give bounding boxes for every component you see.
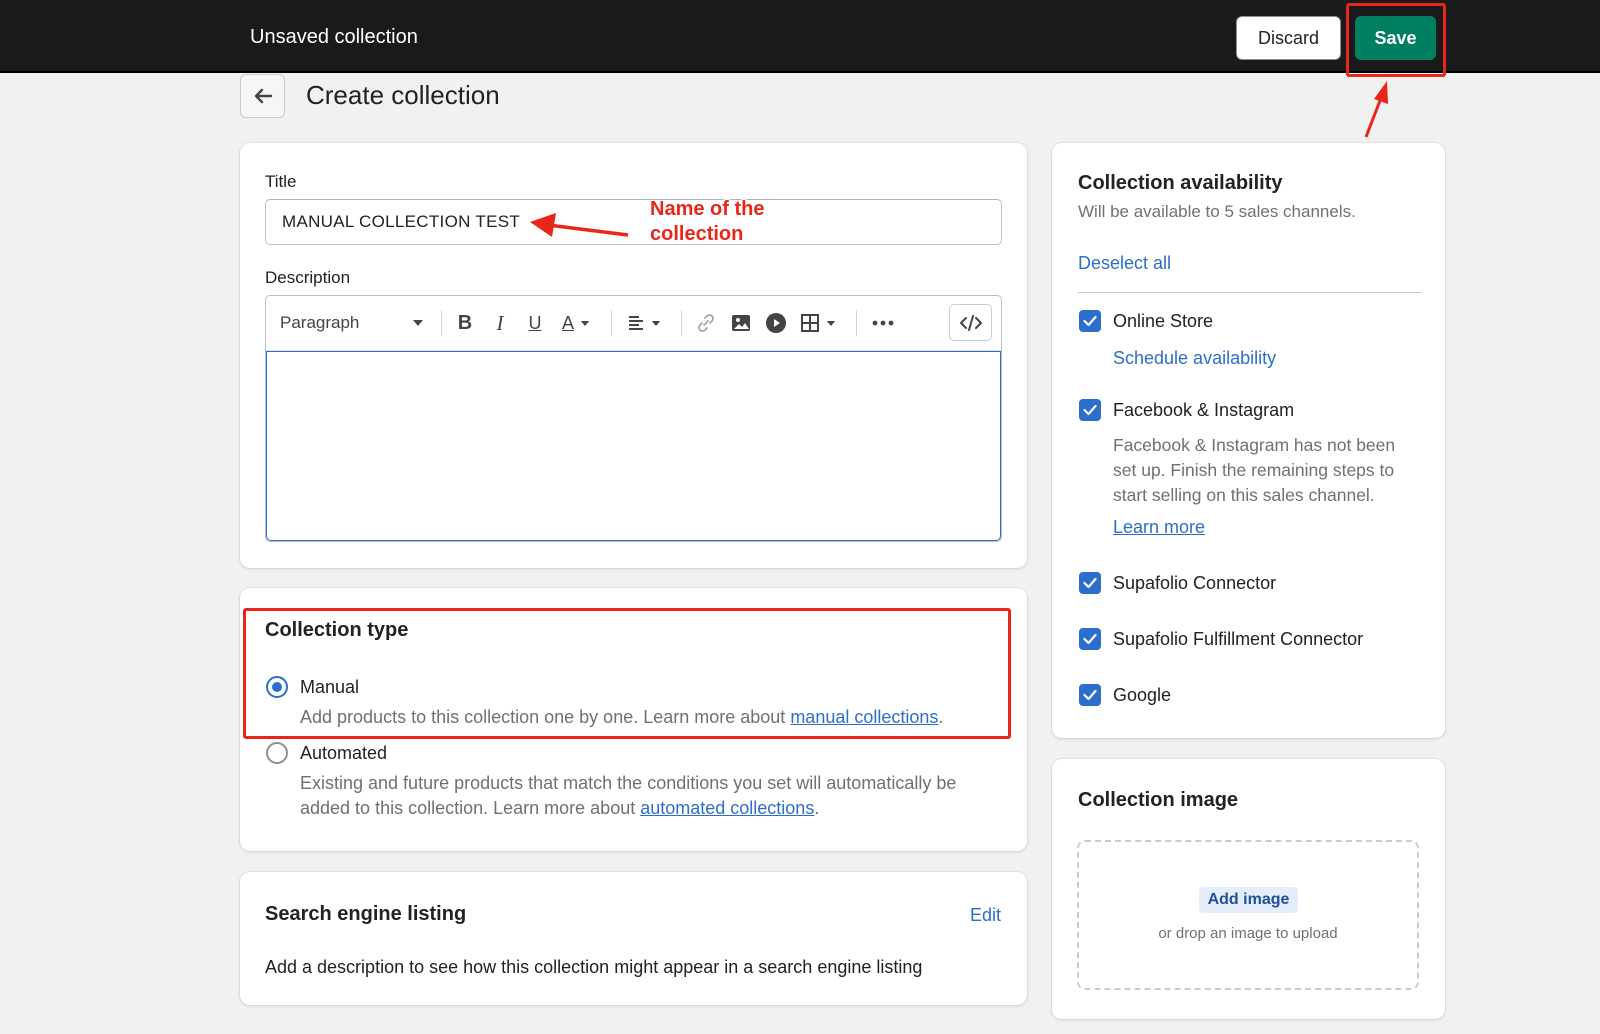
arrowhead-save-icon <box>1374 81 1388 104</box>
caret-down-icon <box>413 320 423 326</box>
availability-subtitle: Will be available to 5 sales channels. <box>1078 202 1356 221</box>
back-button[interactable] <box>240 74 285 118</box>
align-button[interactable] <box>622 308 666 338</box>
italic-button[interactable]: I <box>485 308 515 338</box>
toolbar-divider <box>441 310 442 336</box>
schedule-availability-link[interactable]: Schedule availability <box>1113 348 1276 369</box>
image-dropzone[interactable] <box>1077 840 1419 990</box>
checkmark-icon <box>1083 577 1097 589</box>
search-engine-listing-card <box>240 872 1027 1005</box>
caret-down-icon <box>826 320 836 326</box>
discard-button[interactable]: Discard <box>1236 16 1341 60</box>
editor-toolbar: Paragraph B I U A <box>266 296 1001 351</box>
italic-icon: I <box>496 310 504 335</box>
automated-label: Automated <box>300 743 388 763</box>
text-color-button[interactable]: A <box>554 308 598 338</box>
automated-collections-link[interactable]: automated collections <box>640 798 814 818</box>
arrow-to-save-icon <box>1364 97 1383 138</box>
arrow-left-icon <box>254 88 272 104</box>
online-store-label: Online Store <box>1113 311 1214 331</box>
play-icon <box>766 313 786 333</box>
facebook-instagram-label: Facebook & Instagram <box>1113 400 1295 420</box>
automated-radio[interactable] <box>266 742 288 764</box>
underline-button[interactable]: U <box>520 308 550 338</box>
paragraph-format-label: Paragraph <box>280 313 360 332</box>
learn-more-link[interactable]: Learn more <box>1113 517 1205 538</box>
add-image-button[interactable]: Add image <box>1199 887 1298 913</box>
description-editor-body[interactable] <box>266 351 1001 541</box>
caret-down-icon <box>580 320 590 326</box>
annotation-line-2: collection <box>650 223 744 245</box>
checkmark-icon <box>1083 315 1097 327</box>
google-checkbox[interactable] <box>1079 684 1101 706</box>
paragraph-format-select[interactable]: Paragraph <box>280 308 430 338</box>
insert-image-button[interactable] <box>726 308 756 338</box>
automated-help-prefix: Existing and future products that match … <box>300 773 957 818</box>
automated-help-suffix: . <box>814 798 820 818</box>
deselect-all-link[interactable]: Deselect all <box>1078 253 1171 274</box>
toolbar-divider <box>681 310 682 336</box>
insert-table-button[interactable] <box>796 308 840 338</box>
title-input[interactable]: MANUAL COLLECTION TEST <box>265 199 1002 245</box>
automated-help-text: Existing and future products that match … <box>300 771 990 821</box>
google-label: Google <box>1113 685 1172 705</box>
save-highlight-box <box>1346 3 1446 77</box>
caret-down-icon <box>651 320 661 326</box>
more-options-button[interactable] <box>866 308 900 338</box>
bold-icon: B <box>457 311 473 334</box>
supafolio-fulfillment-checkbox[interactable] <box>1079 628 1101 650</box>
search-engine-listing-title: Search engine listing <box>265 903 467 925</box>
table-icon <box>801 314 819 332</box>
seo-description: Add a description to see how this collec… <box>265 957 923 977</box>
toolbar-divider <box>856 310 857 336</box>
image-icon <box>732 315 750 331</box>
supafolio-connector-label: Supafolio Connector <box>1113 573 1277 593</box>
topbar-title: Unsaved collection <box>250 26 418 48</box>
insert-video-button[interactable] <box>761 308 791 338</box>
collection-availability-title: Collection availability <box>1078 172 1283 194</box>
checkmark-icon <box>1083 633 1097 645</box>
link-button[interactable] <box>691 308 721 338</box>
facebook-instagram-note: Facebook & Instagram has not been set up… <box>1113 435 1396 505</box>
ellipsis-icon <box>872 320 894 326</box>
seo-edit-link[interactable]: Edit <box>970 905 1001 926</box>
online-store-checkbox[interactable] <box>1079 310 1101 332</box>
text-color-icon: A <box>561 312 574 333</box>
collection-type-highlight-box <box>243 608 1011 739</box>
html-view-button[interactable] <box>949 304 992 341</box>
toolbar-divider <box>611 310 612 336</box>
checkmark-icon <box>1083 689 1097 701</box>
collection-image-title: Collection image <box>1078 789 1239 811</box>
facebook-instagram-checkbox[interactable] <box>1079 399 1101 421</box>
link-icon <box>698 314 714 332</box>
align-left-icon <box>629 316 643 330</box>
supafolio-fulfillment-label: Supafolio Fulfillment Connector <box>1113 629 1364 649</box>
code-icon <box>959 314 982 331</box>
page-title: Create collection <box>306 80 500 110</box>
drop-image-hint: or drop an image to upload <box>1158 925 1338 942</box>
annotation-line-1: Name of the <box>650 198 765 220</box>
description-label: Description <box>265 268 351 287</box>
supafolio-connector-checkbox[interactable] <box>1079 572 1101 594</box>
bold-button[interactable]: B <box>450 308 480 338</box>
description-editor: Paragraph B I U A <box>265 295 1002 542</box>
checkmark-icon <box>1083 404 1097 416</box>
underline-icon: U <box>528 312 542 333</box>
availability-divider <box>1078 292 1422 293</box>
annotation-label: Name of the collection <box>650 197 764 247</box>
title-label: Title <box>265 172 297 191</box>
